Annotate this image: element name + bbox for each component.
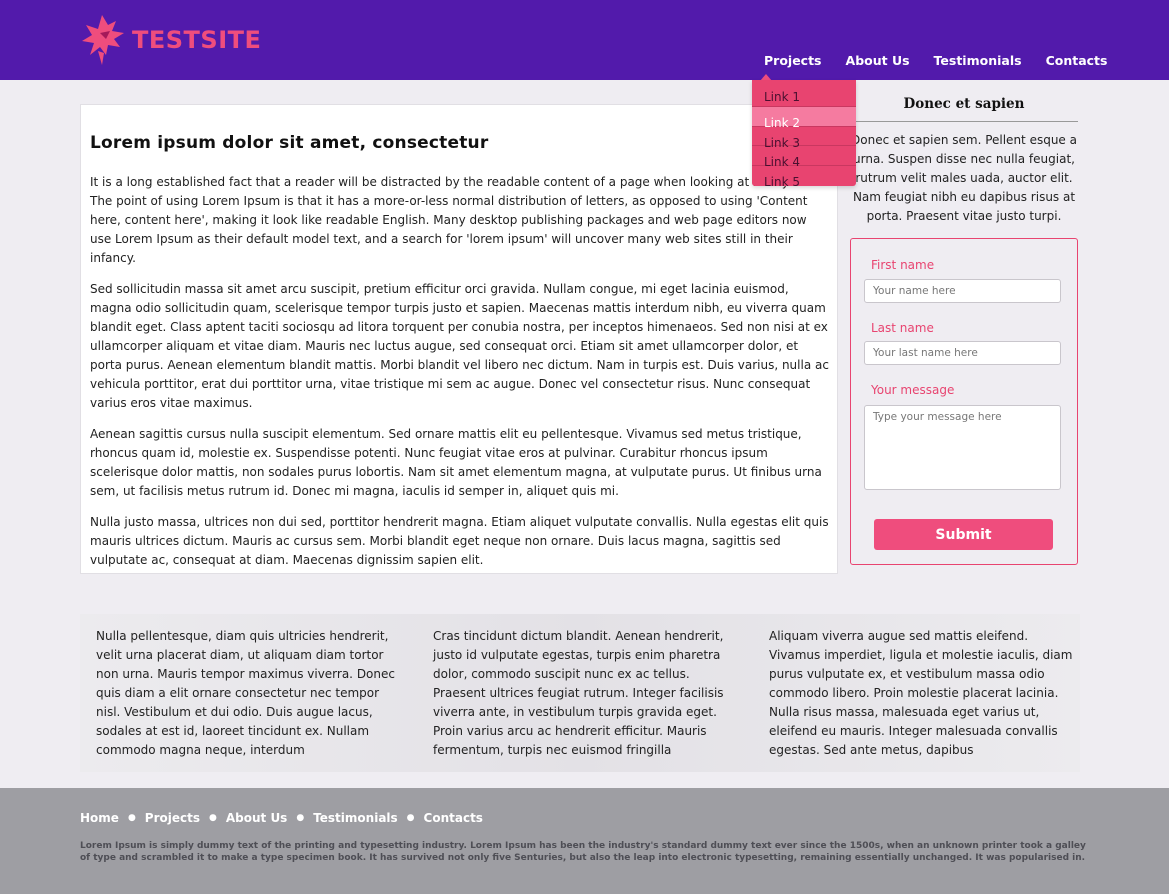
info-column: Nulla pellentesque, diam quis ultricies … xyxy=(96,629,395,757)
last-name-field[interactable] xyxy=(864,341,1061,365)
article-paragraph: It is a long established fact that a rea… xyxy=(90,175,813,265)
sidebar-title: Donec et sapien xyxy=(850,96,1078,122)
info-column: Cras tincidunt dictum blandit. Aenean he… xyxy=(433,629,724,757)
contact-form: First name Last name Your message Submit xyxy=(850,238,1078,565)
footer-separator: ● xyxy=(296,813,305,823)
nav-projects[interactable]: Projects xyxy=(764,53,822,68)
footer-link-testimonials[interactable]: Testimonials xyxy=(313,811,397,825)
nav-contacts[interactable]: Contacts xyxy=(1046,53,1108,68)
nav-about-us[interactable]: About Us xyxy=(846,53,910,68)
footer-link-about-us[interactable]: About Us xyxy=(226,811,287,825)
article-paragraph: Sed sollicitudin massa sit amet arcu sus… xyxy=(90,282,829,410)
article-paragraph: Nulla justo massa, ultrices non dui sed,… xyxy=(90,515,829,567)
footer-link-projects[interactable]: Projects xyxy=(145,811,200,825)
footer-separator: ● xyxy=(127,813,136,823)
dragon-logo-icon xyxy=(82,15,124,65)
message-label: Your message xyxy=(871,383,955,397)
footer-nav: Home ● Projects ● About Us ● Testimonial… xyxy=(80,811,483,825)
dropdown-link-1[interactable]: Link 1 xyxy=(752,80,856,107)
main-nav: Projects About Us Testimonials Contacts xyxy=(764,53,1107,68)
first-name-label: First name xyxy=(871,258,935,272)
message-field[interactable] xyxy=(864,405,1061,490)
site-header: TESTSITE Projects About Us Testimonials … xyxy=(0,0,1169,80)
footer-text: Lorem Ipsum is simply dummy text of the … xyxy=(80,841,1086,863)
last-name-label: Last name xyxy=(871,321,934,335)
logo-text-test: TEST xyxy=(132,26,201,54)
footer-separator: ● xyxy=(209,813,217,823)
footer-link-contacts[interactable]: Contacts xyxy=(424,811,483,825)
dropdown-link-2[interactable]: Link 2 xyxy=(752,107,856,129)
first-name-field[interactable] xyxy=(864,279,1061,303)
article-title: Lorem ipsum dolor sit amet, consectetur xyxy=(90,133,489,153)
article-paragraph: Aenean sagittis cursus nulla suscipit el… xyxy=(90,427,822,498)
footer-separator: ● xyxy=(406,813,415,823)
info-columns: Nulla pellentesque, diam quis ultricies … xyxy=(80,614,1080,772)
site-footer: Home ● Projects ● About Us ● Testimonial… xyxy=(0,788,1169,894)
sidebar-text: Donec et sapien sem. Pellent esque a urn… xyxy=(851,133,1077,223)
submit-button[interactable]: Submit xyxy=(874,519,1053,550)
footer-link-home[interactable]: Home xyxy=(80,811,119,825)
nav-testimonials[interactable]: Testimonials xyxy=(934,53,1022,68)
site-logo[interactable]: TESTSITE xyxy=(80,10,261,70)
logo-text-site: SITE xyxy=(200,26,262,54)
main-article: Lorem ipsum dolor sit amet, consectetur … xyxy=(80,104,838,574)
projects-dropdown: Link 1 Link 2 Link 3 Link 4 Link 5 xyxy=(752,80,856,188)
info-column: Aliquam viverra augue sed mattis eleifen… xyxy=(769,629,1073,757)
logo-text: TESTSITE xyxy=(132,26,261,54)
